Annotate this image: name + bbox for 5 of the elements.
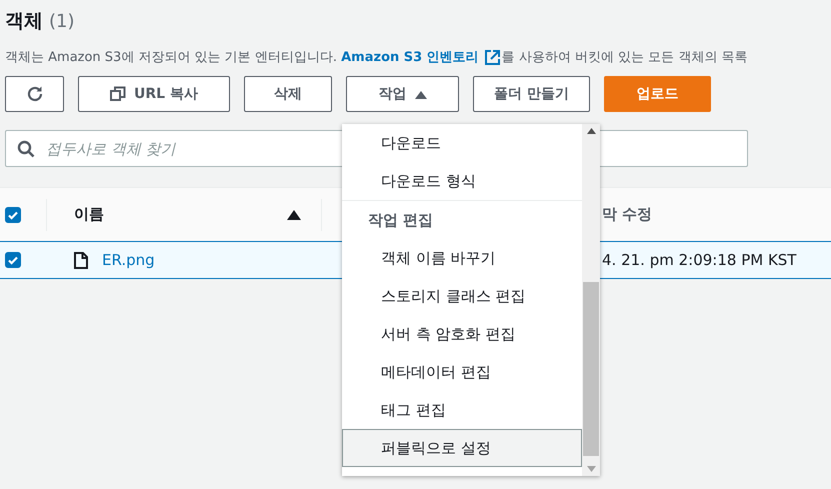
object-count: (1): [49, 11, 74, 32]
description-text: 를 사용하여 버킷에 있는 모든 객체의 목록: [502, 49, 748, 66]
description-text: 객체는 Amazon S3에 저장되어 있는 기본 엔터티입니다.: [5, 49, 338, 66]
page-title: 객체: [5, 9, 43, 34]
table-cell-text: 4. 21. pm 2:09:18 PM KST: [601, 251, 798, 269]
